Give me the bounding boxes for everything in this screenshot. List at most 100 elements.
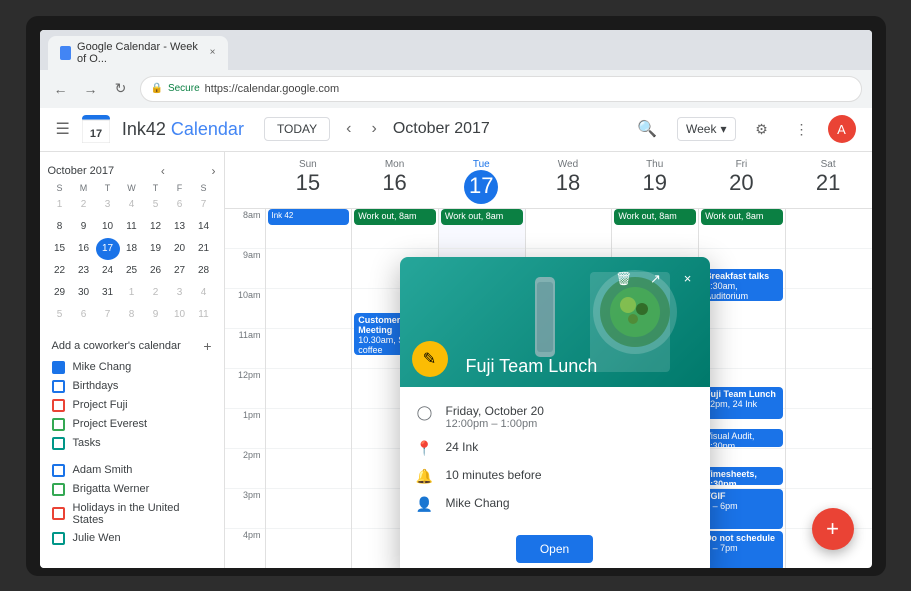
event-tgif[interactable]: TGIF5 – 6pm [701, 489, 783, 529]
calendar-checkbox[interactable] [52, 483, 65, 496]
today-button[interactable]: TODAY [264, 117, 330, 141]
mini-cal-prev[interactable]: ‹ [161, 164, 165, 178]
calendar-item-holidays-in-the-united-states[interactable]: Holidays in the United States [40, 499, 224, 529]
hamburger-icon[interactable]: ☰ [56, 119, 70, 139]
mini-cal-date[interactable]: 7 [192, 194, 216, 216]
mini-cal-date[interactable]: 5 [144, 194, 168, 216]
event-fuji-team-lunch[interactable]: Fuji Team Lunch12pm, 24 Ink [701, 387, 783, 419]
calendar-checkbox[interactable] [52, 532, 65, 545]
mini-cal-date[interactable]: 23 [72, 260, 96, 282]
calendar-checkbox[interactable] [52, 361, 65, 374]
calendar-item-tasks[interactable]: Tasks [40, 434, 224, 453]
calendar-item-adam-smith[interactable]: Adam Smith [40, 461, 224, 480]
secure-icon: 🔒 [151, 83, 163, 94]
mini-cal-date[interactable]: 15 [48, 238, 72, 260]
account-avatar[interactable]: A [828, 115, 856, 143]
mini-cal-date[interactable]: 16 [72, 238, 96, 260]
browser-tab[interactable]: Google Calendar - Week of O... × [48, 36, 228, 70]
browser-tabs: Google Calendar - Week of O... × [40, 30, 872, 70]
mini-cal-date[interactable]: 14 [192, 216, 216, 238]
event-breakfast-talks[interactable]: Breakfast talks9:30am, Auditorium [701, 269, 783, 301]
settings-icon[interactable]: ⚙ [748, 115, 776, 143]
mini-cal-date[interactable]: 2 [72, 194, 96, 216]
calendar-checkbox[interactable] [52, 399, 65, 412]
mini-cal-date[interactable]: 18 [120, 238, 144, 260]
view-selector[interactable]: Week ▾ [677, 117, 736, 141]
mini-cal-date[interactable]: 11 [192, 304, 216, 326]
mini-cal-date[interactable]: 3 [96, 194, 120, 216]
mini-cal-date[interactable]: 26 [144, 260, 168, 282]
app-header: ☰ 17 Ink42 Calendar TODAY ‹ › October 20… [40, 108, 872, 152]
popup-reminder: 10 minutes before [446, 468, 694, 482]
calendar-item-brigatta-werner[interactable]: Brigatta Werner [40, 480, 224, 499]
mini-cal-date[interactable]: 4 [192, 282, 216, 304]
mini-cal-date[interactable]: 13 [168, 216, 192, 238]
mini-cal-date[interactable]: 19 [144, 238, 168, 260]
calendar-checkbox[interactable] [52, 418, 65, 431]
calendar-checkbox[interactable] [52, 464, 65, 477]
popup-edit-button[interactable]: ✎ [412, 341, 448, 377]
calendar-checkbox[interactable] [52, 437, 65, 450]
mini-cal-date[interactable]: 6 [72, 304, 96, 326]
mini-cal-date[interactable]: 31 [96, 282, 120, 304]
create-event-fab[interactable]: + [812, 508, 854, 550]
mini-cal-date[interactable]: 28 [192, 260, 216, 282]
calendar-item-project-fuji[interactable]: Project Fuji [40, 396, 224, 415]
mini-cal-date[interactable]: 21 [192, 238, 216, 260]
popup-close-btn[interactable]: × [674, 265, 702, 293]
mini-cal-date[interactable]: 27 [168, 260, 192, 282]
mini-cal-date[interactable]: 5 [48, 304, 72, 326]
svg-text:17: 17 [90, 128, 102, 140]
mini-cal-date[interactable]: 30 [72, 282, 96, 304]
event-ink42[interactable]: Ink 42 [268, 209, 350, 225]
event-timesheets[interactable]: Timesheets, 4:30pm [701, 467, 783, 485]
event-visual-audit[interactable]: Visual Audit, 2:30pm [701, 429, 783, 447]
mini-cal-date[interactable]: 25 [120, 260, 144, 282]
mini-cal-date[interactable]: 3 [168, 282, 192, 304]
mini-cal-date[interactable]: 7 [96, 304, 120, 326]
mini-cal-date[interactable]: 4 [120, 194, 144, 216]
mini-cal-date[interactable]: 6 [168, 194, 192, 216]
mini-cal-date[interactable]: 17 [96, 238, 120, 260]
apps-icon[interactable]: ⋮ [788, 115, 816, 143]
mini-cal-date[interactable]: 8 [120, 304, 144, 326]
calendar-checkbox[interactable] [52, 507, 65, 520]
mini-cal-date[interactable]: 1 [48, 194, 72, 216]
popup-open-btn[interactable]: ↗ [642, 265, 670, 293]
event-fri-workout[interactable]: Work out, 8am [701, 209, 783, 225]
mini-cal-date[interactable]: 24 [96, 260, 120, 282]
calendar-checkbox[interactable] [52, 380, 65, 393]
back-btn[interactable]: ← [50, 78, 72, 100]
mini-cal-date[interactable]: 9 [72, 216, 96, 238]
mini-cal-date[interactable]: 10 [168, 304, 192, 326]
mini-cal-date[interactable]: 1 [120, 282, 144, 304]
popup-delete-btn[interactable]: 🗑 [610, 265, 638, 293]
mini-cal-date[interactable]: 10 [96, 216, 120, 238]
mini-cal-date[interactable]: 8 [48, 216, 72, 238]
mini-cal-date[interactable]: 22 [48, 260, 72, 282]
mini-cal-next[interactable]: › [212, 164, 216, 178]
calendar-item-birthdays[interactable]: Birthdays [40, 377, 224, 396]
mini-cal-date[interactable]: 9 [144, 304, 168, 326]
open-event-btn[interactable]: Open [516, 535, 593, 563]
tab-close-btn[interactable]: × [210, 47, 216, 58]
calendar-item-julie-wen[interactable]: Julie Wen [40, 529, 224, 548]
refresh-btn[interactable]: ↻ [110, 78, 132, 100]
address-bar[interactable]: 🔒 Secure https://calendar.google.com [140, 76, 862, 102]
event-thu-workout[interactable]: Work out, 8am [614, 209, 696, 225]
event-mon-workout[interactable]: Work out, 8am [354, 209, 436, 225]
mini-cal-date[interactable]: 11 [120, 216, 144, 238]
next-period-btn[interactable]: › [368, 116, 381, 142]
event-tue-workout[interactable]: Work out, 8am [441, 209, 523, 225]
calendar-item-project-everest[interactable]: Project Everest [40, 415, 224, 434]
event-do-not-schedule[interactable]: Do not schedule6 – 7pm [701, 531, 783, 568]
mini-cal-date[interactable]: 20 [168, 238, 192, 260]
calendar-item-mike-chang[interactable]: Mike Chang [40, 358, 224, 377]
mini-cal-date[interactable]: 2 [144, 282, 168, 304]
mini-cal-date[interactable]: 29 [48, 282, 72, 304]
add-coworker-calendar[interactable]: Add a coworker's calendar + [40, 334, 224, 358]
forward-btn[interactable]: → [80, 78, 102, 100]
search-icon[interactable]: 🔍 [629, 115, 665, 143]
mini-cal-date[interactable]: 12 [144, 216, 168, 238]
prev-period-btn[interactable]: ‹ [342, 116, 355, 142]
